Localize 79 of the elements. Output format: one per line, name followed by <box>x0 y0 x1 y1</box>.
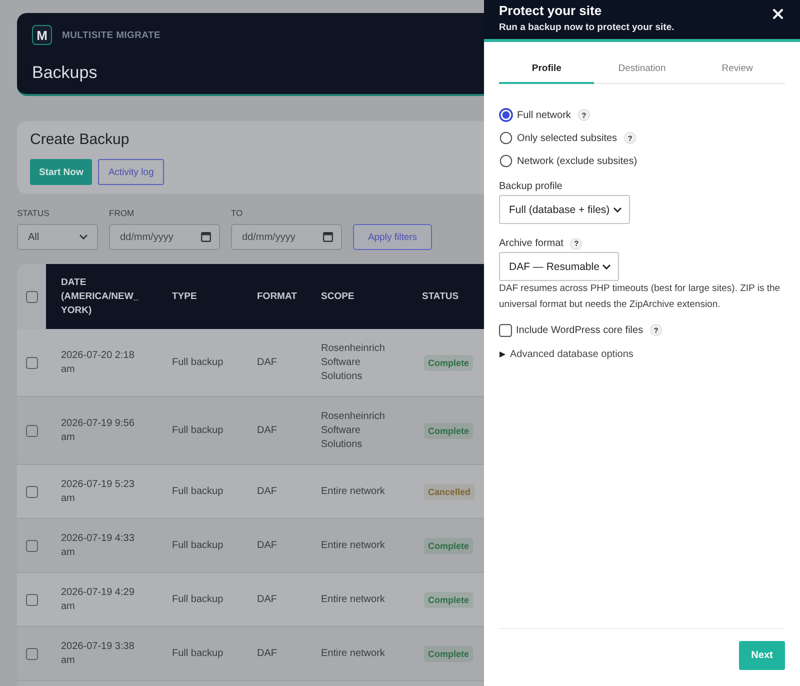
table-cell-text: 2026-07-20 2:18 am <box>61 348 136 376</box>
table-cell-text: 2026-07-19 4:33 am <box>61 532 136 560</box>
table-cell-text: 2026-07-19 5:23 am <box>61 478 136 506</box>
page-title: Backups <box>32 62 98 84</box>
checkbox[interactable] <box>26 594 38 606</box>
table-cell-text: 2026-07-19 3:38 am <box>61 640 136 668</box>
table-cell: DAF <box>257 646 277 660</box>
table-cell-text: Rosenheinrich Software Solutions <box>321 342 386 384</box>
status-badge: Cancelled <box>424 484 475 500</box>
table-cell: Full backup <box>172 356 224 370</box>
table-cell: Entire network <box>321 646 385 660</box>
checkbox[interactable] <box>26 540 38 552</box>
table-cell: Full backup <box>172 592 224 606</box>
checkbox[interactable] <box>26 424 38 436</box>
drawer-subtitle: Run a backup now to protect your site. <box>499 21 674 35</box>
filter-label: FROM <box>109 208 134 219</box>
radio-label[interactable]: Network (exclude subsites) <box>517 156 638 166</box>
table-cell: Full backup <box>172 646 224 660</box>
table-cell: Full backup <box>172 484 224 498</box>
checkbox-label[interactable]: Include WordPress core files <box>516 324 644 336</box>
radio-label[interactable]: Full network <box>517 110 571 120</box>
chevron-down-icon <box>612 206 622 212</box>
status-badge: Complete <box>424 538 474 554</box>
filter-label: STATUS <box>17 208 50 219</box>
date-field[interactable]: dd/mm/yyyy <box>231 224 342 250</box>
tab[interactable]: Profile <box>499 55 594 84</box>
calendar-icon <box>323 232 333 242</box>
field-label: Archive format <box>499 237 564 250</box>
column-header: TYPE <box>172 264 257 329</box>
table-cell-text: 2026-07-19 4:29 am <box>61 586 136 614</box>
backup-profile-select[interactable]: Full (database + files) <box>499 195 630 224</box>
card-title: Create Backup <box>30 130 130 150</box>
radio-button[interactable] <box>499 108 513 122</box>
radio-button[interactable] <box>499 131 513 145</box>
chevron-down-icon <box>79 234 88 240</box>
table-cell: DAF <box>257 538 277 552</box>
disclosure-label[interactable]: Advanced database options <box>510 348 634 360</box>
checkbox[interactable] <box>499 324 512 336</box>
table-cell: Full backup <box>172 424 224 438</box>
status-badge: Complete <box>424 354 474 370</box>
column-header: SCOPE <box>321 264 422 329</box>
filter-label: TO <box>231 208 243 219</box>
table-cell: Entire network <box>321 592 385 606</box>
status-badge: Complete <box>424 422 474 438</box>
column-header: DATE (AMERICA/NEW_YORK) <box>46 264 172 329</box>
table-cell: Full backup <box>172 538 224 552</box>
drawer-title: Protect your site <box>499 3 602 19</box>
table-cell: DAF <box>257 424 277 438</box>
checkbox[interactable] <box>26 486 38 498</box>
date-field[interactable]: dd/mm/yyyy <box>109 224 220 250</box>
brand-name: MULTISITE MIGRATE <box>62 30 161 40</box>
field-label: Backup profile <box>499 180 562 193</box>
tab[interactable]: Destination <box>594 55 690 84</box>
radio-label[interactable]: Only selected subsites <box>517 132 618 144</box>
checkbox[interactable] <box>26 648 38 660</box>
close-button[interactable] <box>770 6 786 22</box>
tab[interactable]: Review <box>690 55 785 84</box>
logo: M <box>32 25 52 45</box>
table-cell: DAF <box>257 592 277 606</box>
table-cell: Entire network <box>321 484 385 498</box>
status-badge: Complete <box>424 646 474 662</box>
column-header: STATUS <box>422 264 484 329</box>
table-cell: Entire network <box>321 538 385 552</box>
radio-button[interactable] <box>499 154 513 168</box>
status-select[interactable]: All <box>17 224 98 250</box>
archive-format-select[interactable]: DAF — Resumable <box>499 252 620 281</box>
table-cell: DAF <box>257 484 277 498</box>
status-badge: Complete <box>424 592 474 608</box>
checkbox[interactable] <box>26 356 38 368</box>
help-text: DAF resumes across PHP timeouts (best for large sites). ZIP is the universal format but needs the ZipArchive extension. <box>499 282 782 312</box>
disclosure-triangle-icon[interactable] <box>499 350 506 358</box>
close-icon <box>773 9 783 19</box>
table-cell-text: 2026-07-19 9:56 am <box>61 416 136 444</box>
calendar-icon <box>201 232 211 242</box>
table-cell-text: Rosenheinrich Software Solutions <box>321 410 386 452</box>
column-header: FORMAT <box>257 264 321 329</box>
checkbox[interactable] <box>26 290 38 302</box>
table-cell: DAF <box>257 356 277 370</box>
chevron-down-icon <box>602 264 612 270</box>
